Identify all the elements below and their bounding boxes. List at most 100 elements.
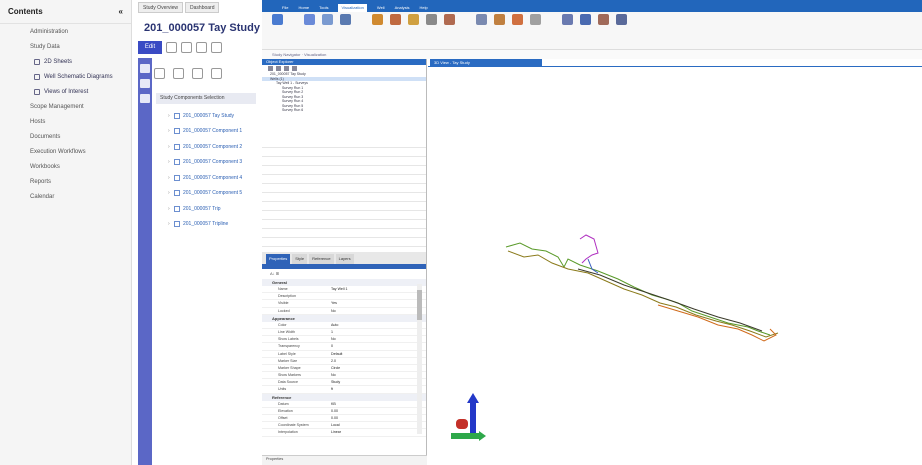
ribbon-tab[interactable]: Help — [419, 4, 427, 12]
property-value[interactable]: Auto — [327, 322, 426, 328]
ribbon-tab[interactable]: Home — [298, 4, 309, 12]
nav-item[interactable]: Views of Interest — [0, 84, 131, 99]
ribbon-button[interactable] — [270, 14, 284, 47]
filter-tree-icon[interactable] — [292, 66, 297, 71]
layers-icon[interactable] — [140, 64, 150, 73]
property-value[interactable]: Tay Well 1 — [327, 286, 426, 292]
tab-dashboard[interactable]: Dashboard — [185, 2, 220, 13]
property-row[interactable]: Color Auto — [262, 322, 426, 329]
nav-item[interactable]: Calendar — [0, 189, 131, 204]
list-item[interactable]: › 201_000057 Component 3 — [168, 155, 264, 171]
ribbon-button[interactable] — [370, 14, 384, 47]
ribbon-button[interactable] — [320, 14, 334, 47]
nav-item[interactable]: Administration — [0, 24, 131, 39]
collapse-all-icon[interactable] — [276, 66, 281, 71]
props-tab[interactable]: Properties — [266, 254, 291, 264]
property-row[interactable]: Marker Size 2.0 — [262, 358, 426, 365]
list-item[interactable]: › 201_000057 Component 5 — [168, 186, 264, 202]
property-section[interactable]: Appearance — [262, 314, 426, 322]
property-value[interactable]: Default — [327, 351, 426, 357]
property-row[interactable]: Offset 0.00 — [262, 415, 426, 423]
property-row[interactable]: Label Style Default — [262, 351, 426, 358]
collapse-icon[interactable]: « — [119, 7, 123, 16]
property-value[interactable]: 1 — [327, 329, 426, 335]
3d-viewport[interactable]: 3D View - Tay Study — [428, 59, 922, 465]
ribbon-button[interactable] — [560, 14, 574, 47]
property-value[interactable]: Yes — [327, 300, 426, 306]
property-value[interactable]: No — [327, 308, 426, 314]
property-value[interactable]: ft — [327, 386, 426, 392]
ribbon-tab[interactable]: Visualization — [338, 4, 367, 12]
property-row[interactable]: Name Tay Well 1 — [262, 286, 426, 294]
ribbon-button[interactable] — [614, 14, 628, 47]
nav-item[interactable]: Reports — [0, 174, 131, 189]
property-value[interactable]: 0 — [327, 343, 426, 349]
property-value[interactable]: 0.00 — [327, 415, 426, 421]
list-item[interactable]: › 201_000057 Tripline — [168, 217, 264, 233]
user-icon[interactable] — [140, 79, 150, 88]
property-row[interactable]: Coordinate System Local — [262, 422, 426, 430]
tab-study-overview[interactable]: Study Overview — [138, 2, 184, 13]
expand-icon[interactable] — [268, 66, 273, 71]
property-value[interactable]: Circle — [327, 365, 426, 371]
edit-button[interactable]: Edit — [138, 40, 162, 54]
property-row[interactable]: Transparency 0 — [262, 343, 426, 351]
more-icon[interactable] — [211, 41, 222, 53]
list-item[interactable]: › 201_000057 Trip — [168, 201, 264, 217]
grid-icon[interactable] — [154, 68, 165, 79]
ribbon-tab[interactable]: Well — [377, 4, 385, 12]
property-value[interactable]: 2.0 — [327, 358, 426, 364]
property-row[interactable]: Data Source Study — [262, 379, 426, 387]
nav-item[interactable]: Study Data — [0, 39, 131, 54]
ribbon-button[interactable] — [442, 14, 456, 47]
ribbon-tab[interactable]: File — [282, 4, 288, 12]
well-trajectory-view[interactable] — [428, 59, 922, 465]
property-value[interactable]: 0.00 — [327, 408, 426, 414]
props-tab[interactable]: Style — [292, 254, 308, 264]
tree-item[interactable]: Survey Run 6 — [262, 108, 426, 113]
property-value[interactable]: No — [327, 372, 426, 378]
nav-item[interactable]: 2D Sheets — [0, 54, 131, 69]
list-icon[interactable] — [173, 68, 184, 79]
nav-item[interactable]: Well Schematic Diagrams — [0, 69, 131, 84]
ribbon-button[interactable] — [338, 14, 352, 47]
nav-item[interactable]: Hosts — [0, 114, 131, 129]
list-item[interactable]: › 201_000057 Tay Study — [168, 108, 264, 124]
property-value[interactable] — [327, 293, 426, 299]
property-row[interactable]: Elevation 0.00 — [262, 408, 426, 415]
ribbon-button[interactable] — [302, 14, 316, 47]
ribbon-button[interactable] — [474, 14, 488, 47]
properties-scrollbar[interactable] — [417, 284, 422, 434]
property-row[interactable]: Datum KB — [262, 401, 426, 408]
properties-toolbar[interactable]: A↓ ⊞ — [262, 269, 426, 279]
property-value[interactable]: Study — [327, 379, 426, 385]
property-value[interactable]: KB — [327, 401, 426, 407]
nav-item[interactable]: Execution Workflows — [0, 144, 131, 159]
ribbon-button[interactable] — [510, 14, 524, 47]
list-item[interactable]: › 201_000057 Component 1 — [168, 124, 264, 140]
ribbon-button[interactable] — [492, 14, 506, 47]
ribbon-tab[interactable]: Tools — [319, 4, 328, 12]
property-row[interactable]: Locked No — [262, 308, 426, 315]
props-tab[interactable]: Reference — [309, 254, 334, 264]
list-item[interactable]: › 201_000057 Component 4 — [168, 170, 264, 186]
property-row[interactable]: Interpolation Linear — [262, 429, 426, 437]
property-section[interactable]: General — [262, 279, 426, 286]
property-row[interactable]: Marker Shape Circle — [262, 365, 426, 373]
property-row[interactable]: Units ft — [262, 386, 426, 394]
property-row[interactable]: Show Labels No — [262, 336, 426, 344]
property-row[interactable]: Line Width 1 — [262, 329, 426, 337]
nav-item[interactable]: Scope Management — [0, 99, 131, 114]
property-value[interactable]: Local — [327, 422, 426, 428]
search-icon[interactable] — [211, 68, 222, 79]
ribbon-button[interactable] — [406, 14, 420, 47]
ribbon-button[interactable] — [388, 14, 402, 47]
settings-icon[interactable] — [196, 41, 207, 53]
refresh-tree-icon[interactable] — [284, 66, 289, 71]
filter-icon[interactable] — [192, 68, 203, 79]
property-row[interactable]: Description — [262, 293, 426, 301]
props-tab[interactable]: Layers — [335, 254, 354, 264]
list-item[interactable]: › 201_000057 Component 2 — [168, 139, 264, 155]
scroll-thumb[interactable] — [417, 290, 422, 320]
property-row[interactable]: Visible Yes — [262, 300, 426, 308]
